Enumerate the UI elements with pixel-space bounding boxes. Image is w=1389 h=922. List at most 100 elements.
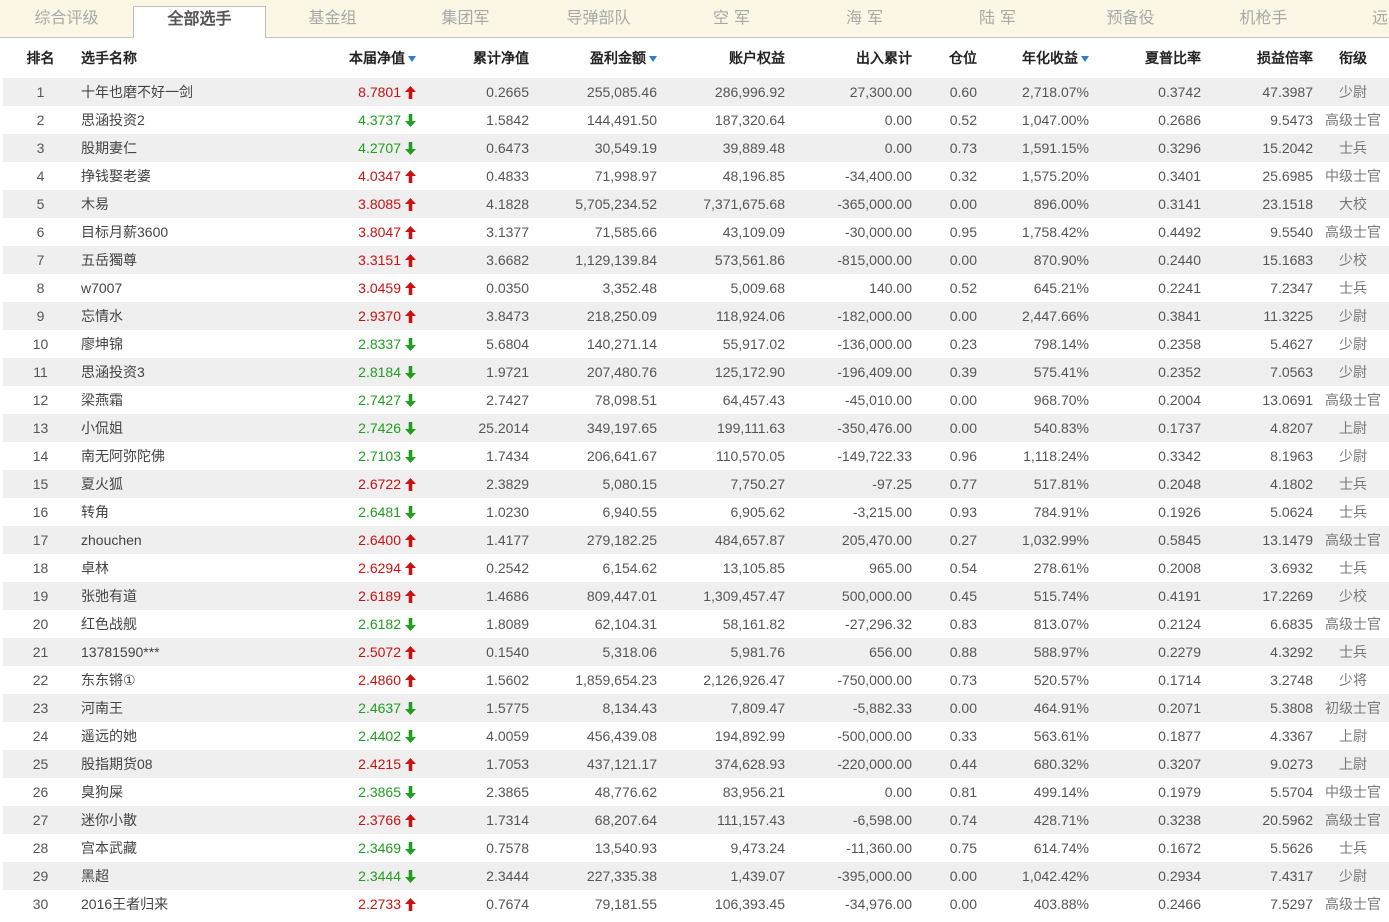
header-profit-amount[interactable]: 盈利金额	[529, 38, 657, 78]
rank-cell: 26	[32, 784, 49, 800]
player-name-link[interactable]: 挣钱娶老婆	[81, 162, 290, 190]
player-name-link[interactable]: 股指期货08	[81, 750, 290, 778]
annualized-return: 1,042.42%	[1022, 868, 1089, 884]
tab-machine-gunner[interactable]: 机枪手	[1197, 0, 1330, 37]
header-profit-amount-label: 盈利金额	[590, 50, 646, 66]
profit-loss-ratio: 6.6835	[1270, 616, 1313, 632]
tab-reserve[interactable]: 预备役	[1064, 0, 1197, 37]
profit-amount: 6,940.55	[602, 504, 658, 520]
player-name-link[interactable]: 十年也磨不好一剑	[81, 78, 290, 106]
tab-fund-group[interactable]: 基金组	[266, 0, 399, 37]
sharpe-ratio: 0.2008	[1158, 560, 1201, 576]
player-name-link[interactable]: 东东锵①	[81, 666, 290, 694]
player-name-link[interactable]: 迷你小散	[81, 806, 290, 834]
account-equity: 5,981.76	[730, 644, 786, 660]
player-name-link[interactable]: 张弛有道	[81, 582, 290, 610]
arrow-up-icon	[405, 198, 416, 211]
player-name-link[interactable]: 卓林	[81, 554, 290, 582]
cumulative-net-value: 1.7314	[486, 812, 529, 828]
sharpe-ratio: 0.3141	[1158, 196, 1201, 212]
net-in-out: -30,000.00	[845, 224, 912, 240]
player-name-link[interactable]: zhouchen	[81, 526, 290, 554]
account-equity: 43,109.09	[722, 224, 785, 240]
header-current-net-value[interactable]: 本届净值	[290, 38, 416, 78]
account-equity: 199,111.63	[717, 420, 785, 436]
player-name-link[interactable]: 转角	[81, 498, 290, 526]
player-name-link[interactable]: 河南王	[81, 694, 290, 722]
player-name-link[interactable]: 南无阿弥陀佛	[81, 442, 290, 470]
player-name-link[interactable]: 五岳獨尊	[81, 246, 290, 274]
player-name-link[interactable]: 遥远的她	[81, 722, 290, 750]
account-equity: 194,892.99	[714, 728, 785, 744]
profit-amount: 62,104.31	[594, 616, 657, 632]
player-name-link[interactable]: 13781590***	[81, 638, 290, 666]
player-name-link[interactable]: 夏火狐	[81, 470, 290, 498]
player-name-link[interactable]: 2016王者归来	[81, 890, 290, 918]
player-name-link[interactable]: 廖坤锦	[81, 330, 290, 358]
player-name-link[interactable]: 宫本武藏	[81, 834, 290, 862]
position-ratio: 0.27	[949, 532, 977, 548]
profit-amount: 6,154.62	[602, 560, 658, 576]
cumulative-net-value: 25.2014	[478, 420, 529, 436]
sharpe-ratio: 0.2279	[1158, 644, 1201, 660]
tab-overflow-partial[interactable]: 远	[1330, 0, 1389, 37]
current-net-value-cell: 2.3766	[290, 806, 416, 834]
profit-loss-ratio: 4.1802	[1270, 476, 1313, 492]
annualized-return: 515.74%	[1033, 588, 1089, 604]
sharpe-ratio: 0.3841	[1158, 308, 1201, 324]
profit-loss-ratio: 7.4317	[1270, 868, 1313, 884]
player-name-link[interactable]: 思涵投资3	[81, 358, 290, 386]
position-ratio: 0.83	[949, 616, 977, 632]
current-net-value: 2.4637	[358, 700, 401, 716]
player-name-link[interactable]: 忘情水	[81, 302, 290, 330]
annualized-return: 428.71%	[1033, 812, 1089, 828]
sort-desc-icon[interactable]	[649, 56, 657, 62]
tab-navy[interactable]: 海 军	[798, 0, 931, 37]
arrow-down-icon	[405, 842, 416, 855]
tab-air-force[interactable]: 空 军	[665, 0, 798, 37]
sharpe-ratio: 0.2440	[1158, 252, 1201, 268]
tab-missile-unit[interactable]: 导弹部队	[532, 0, 665, 37]
net-in-out: -3,215.00	[852, 504, 912, 520]
player-name-link[interactable]: 梁燕霜	[81, 386, 290, 414]
player-name-link[interactable]: 股期妻仁	[81, 134, 290, 162]
sharpe-ratio: 0.1714	[1158, 672, 1201, 688]
player-name-link[interactable]: 臭狗屎	[81, 778, 290, 806]
tab-all-players[interactable]: 全部选手	[133, 6, 266, 38]
player-name-link[interactable]: 黑超	[81, 862, 290, 890]
rank-title: 高级士官	[1325, 392, 1381, 408]
sharpe-ratio: 0.2466	[1158, 896, 1201, 912]
cumulative-net-value: 0.2542	[486, 560, 529, 576]
profit-loss-ratio: 47.3987	[1262, 84, 1313, 100]
tab-overall-rating[interactable]: 综合评级	[0, 0, 133, 37]
tab-group-army[interactable]: 集团军	[399, 0, 532, 37]
player-name-link[interactable]: 小侃姐	[81, 414, 290, 442]
profit-loss-ratio: 25.6985	[1262, 168, 1313, 184]
player-name-link[interactable]: 思涵投资2	[81, 106, 290, 134]
position-ratio: 0.93	[949, 504, 977, 520]
tab-army[interactable]: 陆 军	[931, 0, 1064, 37]
sharpe-ratio: 0.1926	[1158, 504, 1201, 520]
table-row: 13 小侃姐 2.7426 25.2014 349,197.65 199,111…	[0, 414, 1389, 442]
current-net-value-cell: 4.0347	[290, 162, 416, 190]
current-net-value: 2.3469	[358, 840, 401, 856]
player-name-link[interactable]: w7007	[81, 274, 290, 302]
table-row: 26 臭狗屎 2.3865 2.3865 48,776.62 83,956.21…	[0, 778, 1389, 806]
player-name-link[interactable]: 目标月薪3600	[81, 218, 290, 246]
sort-desc-icon[interactable]	[1081, 56, 1089, 62]
account-equity: 64,457.43	[722, 392, 785, 408]
player-name-link[interactable]: 红色战舰	[81, 610, 290, 638]
player-name-link[interactable]: 木易	[81, 190, 290, 218]
sharpe-ratio: 0.3238	[1158, 812, 1201, 828]
current-net-value-cell: 2.4215	[290, 750, 416, 778]
rank-cell: 7	[36, 252, 45, 268]
sort-desc-icon[interactable]	[408, 56, 416, 62]
profit-loss-ratio: 5.0624	[1270, 504, 1313, 520]
cumulative-net-value: 2.3865	[486, 784, 529, 800]
header-annualized-return[interactable]: 年化收益	[977, 38, 1089, 78]
annualized-return: 520.57%	[1033, 672, 1089, 688]
account-equity: 7,371,675.68	[703, 196, 785, 212]
account-equity: 1,439.07	[730, 868, 786, 884]
account-equity: 83,956.21	[722, 784, 785, 800]
arrow-down-icon	[405, 730, 416, 743]
